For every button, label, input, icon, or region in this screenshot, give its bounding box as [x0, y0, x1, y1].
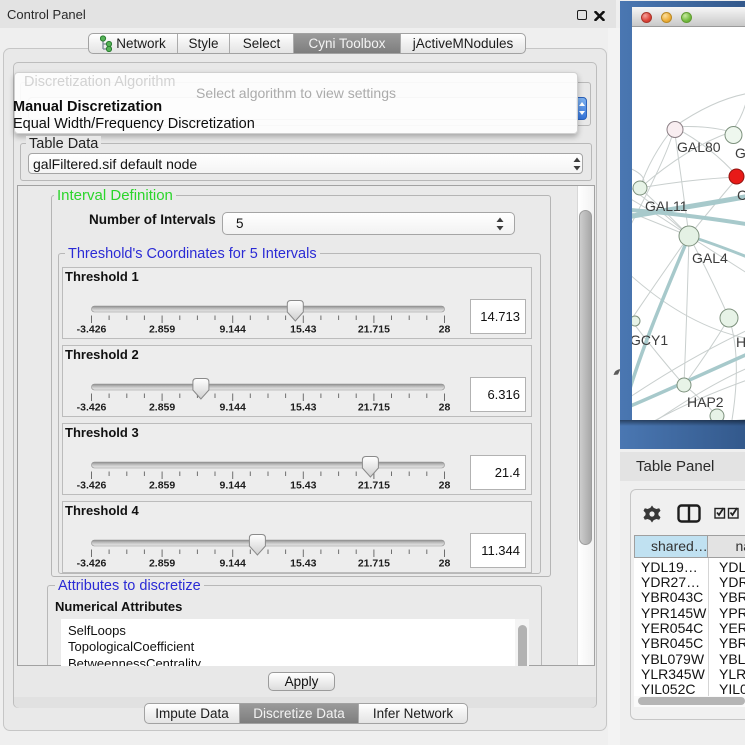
svg-text:HAP2: HAP2	[687, 394, 724, 410]
svg-text:15.43: 15.43	[290, 558, 316, 570]
svg-text:C: C	[737, 187, 745, 203]
svg-text:21.715: 21.715	[358, 324, 390, 336]
svg-text:15.43: 15.43	[290, 324, 316, 336]
svg-text:28: 28	[439, 558, 451, 570]
svg-text:15.43: 15.43	[290, 402, 316, 414]
svg-text:-3.426: -3.426	[77, 558, 107, 570]
svg-text:28: 28	[439, 402, 451, 414]
svg-text:28: 28	[439, 480, 451, 492]
svg-text:-3.426: -3.426	[77, 324, 107, 336]
svg-text:-3.426: -3.426	[77, 402, 107, 414]
svg-text:9.144: 9.144	[220, 402, 246, 414]
svg-text:GCY1: GCY1	[632, 332, 668, 348]
svg-text:HIS: HIS	[736, 334, 745, 350]
svg-text:9.144: 9.144	[220, 558, 246, 570]
svg-text:21.715: 21.715	[358, 480, 390, 492]
svg-text:2.859: 2.859	[149, 480, 175, 492]
svg-text:2.859: 2.859	[149, 402, 175, 414]
svg-text:2.859: 2.859	[149, 324, 175, 336]
svg-text:9.144: 9.144	[220, 324, 246, 336]
svg-text:15.43: 15.43	[290, 480, 316, 492]
svg-text:28: 28	[439, 324, 451, 336]
svg-text:21.715: 21.715	[358, 558, 390, 570]
svg-text:GAL11: GAL11	[645, 198, 688, 214]
svg-text:GAL80: GAL80	[677, 139, 721, 155]
svg-text:GA: GA	[735, 145, 745, 161]
svg-text:2.859: 2.859	[149, 558, 175, 570]
svg-text:21.715: 21.715	[358, 402, 390, 414]
svg-text:GAL4: GAL4	[692, 250, 728, 266]
svg-text:-3.426: -3.426	[77, 480, 107, 492]
svg-text:9.144: 9.144	[220, 480, 246, 492]
